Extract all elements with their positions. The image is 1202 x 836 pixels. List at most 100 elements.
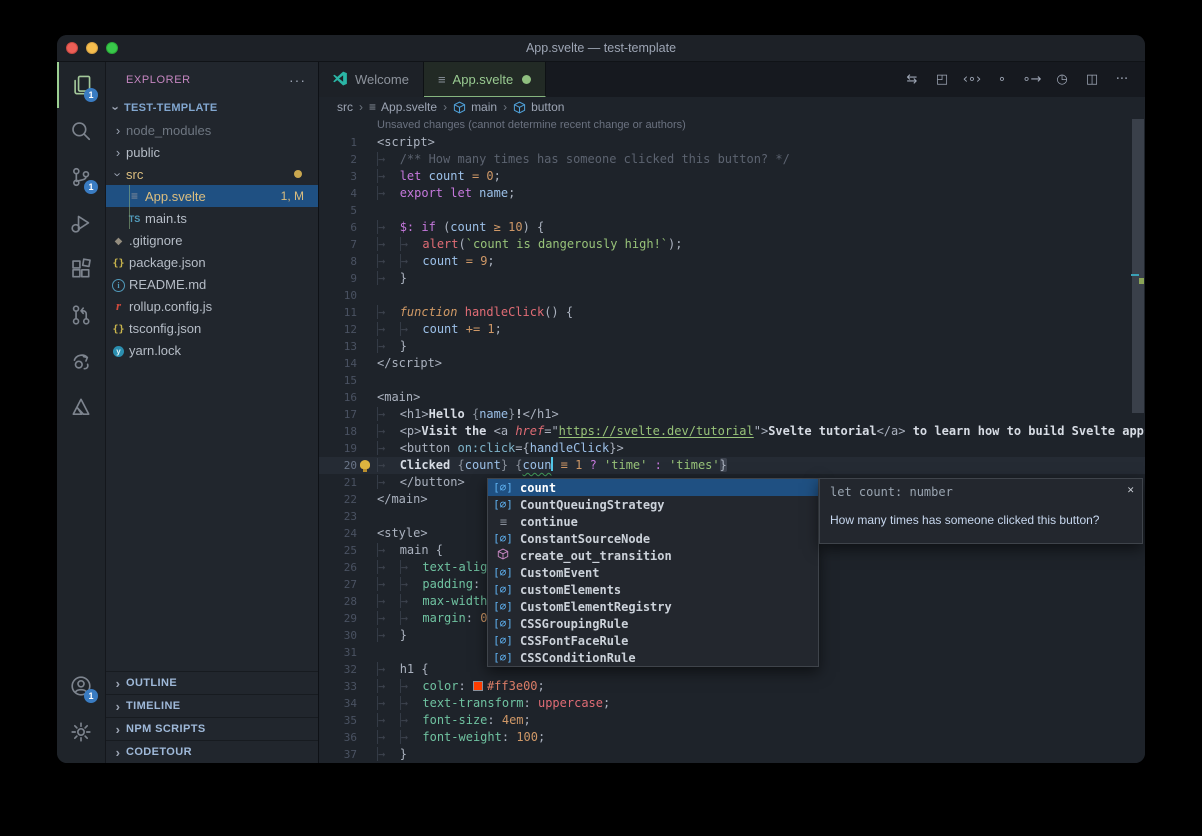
code-line-2[interactable]: 2→ /** How many times has someone clicke… xyxy=(319,151,1145,168)
suggest-item-customelementregistry[interactable]: [∅]CustomElementRegistry xyxy=(488,598,818,615)
activity-bar-item-live-share[interactable] xyxy=(57,338,105,384)
suggest-item-customelements[interactable]: [∅]customElements xyxy=(488,581,818,598)
code-line-3[interactable]: 3→ let count = 0; xyxy=(319,168,1145,185)
workspace-root-row[interactable]: ›TEST-TEMPLATE xyxy=(106,97,318,119)
close-window-button[interactable] xyxy=(66,42,78,54)
breadcrumb-item-app-svelte[interactable]: ≡App.svelte xyxy=(369,100,437,114)
activity-bar-item-accounts[interactable]: 1 xyxy=(57,663,105,709)
code-line-12[interactable]: 12→ → count += 1; xyxy=(319,321,1145,338)
tree-item-label: node_modules xyxy=(126,123,211,138)
tree-item-rollup-config-js[interactable]: rrollup.config.js xyxy=(106,295,318,317)
tab-app-svelte[interactable]: ≡App.svelte xyxy=(424,62,546,97)
close-icon[interactable]: ✕ xyxy=(1127,483,1134,496)
code-line-17[interactable]: 17→ <h1>Hello {name}!</h1> xyxy=(319,406,1145,423)
code-line-36[interactable]: 36→ → font-weight: 100; xyxy=(319,729,1145,746)
code-line-7[interactable]: 7→ → alert(`count is dangerously high!`)… xyxy=(319,236,1145,253)
suggest-item-count[interactable]: [∅]count xyxy=(488,479,818,496)
lightbulb-icon[interactable] xyxy=(360,460,370,469)
activity-bar-item-settings[interactable] xyxy=(57,709,105,755)
code-line-34[interactable]: 34→ → text-transform: uppercase; xyxy=(319,695,1145,712)
nav-back-icon[interactable]: ‹∘› xyxy=(959,72,985,87)
title-bar[interactable]: App.svelte — test-template xyxy=(57,35,1145,62)
sidebar-panel-npm-scripts[interactable]: ›NPM SCRIPTS xyxy=(106,717,318,740)
code-token: → xyxy=(377,441,400,455)
code-line-15[interactable]: 15 xyxy=(319,372,1145,389)
sidebar-panel-outline[interactable]: ›OUTLINE xyxy=(106,671,318,694)
code-token: : xyxy=(487,713,501,727)
code-line-9[interactable]: 9→ } xyxy=(319,270,1145,287)
suggest-item-cssgroupingrule[interactable]: [∅]CSSGroupingRule xyxy=(488,615,818,632)
gutter: 8 xyxy=(319,253,377,270)
next-change-icon[interactable]: ∘→ xyxy=(1019,72,1045,87)
activity-bar-item-run-debug[interactable] xyxy=(57,200,105,246)
activity-bar-item-extensions[interactable] xyxy=(57,246,105,292)
breadcrumb-item-src[interactable]: src xyxy=(337,100,353,114)
sidebar-panel-timeline[interactable]: ›TIMELINE xyxy=(106,694,318,717)
tree-item-node-modules[interactable]: ›node_modules xyxy=(106,119,318,141)
scrollbar-thumb[interactable] xyxy=(1132,119,1144,413)
tree-item--gitignore[interactable]: ◆.gitignore xyxy=(106,229,318,251)
code-line-14[interactable]: 14</script> xyxy=(319,355,1145,372)
tree-item-package-json[interactable]: {}package.json xyxy=(106,251,318,273)
indent-guide xyxy=(129,185,130,207)
tab-welcome[interactable]: Welcome xyxy=(319,62,424,97)
code-line-4[interactable]: 4→ export let name; xyxy=(319,185,1145,202)
git-compare-icon[interactable]: ⇆ xyxy=(899,72,925,87)
code-line-5[interactable]: 5 xyxy=(319,202,1145,219)
search-icon xyxy=(70,120,92,142)
editor-scrollbar[interactable] xyxy=(1131,117,1145,763)
code-editor[interactable]: Unsaved changes (cannot determine recent… xyxy=(319,117,1145,763)
tree-item-main-ts[interactable]: TSmain.ts xyxy=(106,207,318,229)
breadcrumb-item-button[interactable]: button xyxy=(513,100,564,114)
tree-item-yarn-lock[interactable]: yyarn.lock xyxy=(106,339,318,361)
suggest-item-customevent[interactable]: [∅]CustomEvent xyxy=(488,564,818,581)
line-content: → → count += 1; xyxy=(377,321,1145,338)
activity-bar-item-explorer[interactable]: 1 xyxy=(57,62,105,108)
sidebar-more-actions-icon[interactable]: ··· xyxy=(289,72,306,88)
suggest-item-create_out_transition[interactable]: create_out_transition xyxy=(488,547,818,564)
code-line-8[interactable]: 8→ → count = 9; xyxy=(319,253,1145,270)
codetour-timer-icon[interactable]: ◷ xyxy=(1049,72,1075,87)
activity-bar-item-github-pull-requests[interactable] xyxy=(57,292,105,338)
symbol-variable-icon: [∅] xyxy=(492,617,514,630)
previous-change-icon[interactable]: ∘ xyxy=(989,72,1015,87)
tree-item-public[interactable]: ›public xyxy=(106,141,318,163)
activity-bar-item-source-control[interactable]: 1 xyxy=(57,154,105,200)
code-token: → xyxy=(377,152,400,166)
suggest-item-constantsourcenode[interactable]: [∅]ConstantSourceNode xyxy=(488,530,818,547)
suggest-item-cssconditionrule[interactable]: [∅]CSSConditionRule xyxy=(488,649,818,666)
tree-item-src[interactable]: ›src xyxy=(106,163,318,185)
activity-bar-item-search[interactable] xyxy=(57,108,105,154)
line-number: 37 xyxy=(319,746,357,763)
breadcrumb-item-main[interactable]: main xyxy=(453,100,497,114)
minimize-window-button[interactable] xyxy=(86,42,98,54)
tree-item-label: rollup.config.js xyxy=(129,299,212,314)
sidebar-panel-codetour[interactable]: ›CODETOUR xyxy=(106,740,318,763)
suggest-item-cssfontfacerule[interactable]: [∅]CSSFontFaceRule xyxy=(488,632,818,649)
open-changes-icon[interactable]: ◰ xyxy=(929,72,955,87)
code-line-35[interactable]: 35→ → font-size: 4em; xyxy=(319,712,1145,729)
zoom-window-button[interactable] xyxy=(106,42,118,54)
activity-bar-item-azure[interactable] xyxy=(57,384,105,430)
code-line-6[interactable]: 6→ $: if (count ≥ 10) { xyxy=(319,219,1145,236)
code-token: { xyxy=(457,458,464,472)
code-line-20[interactable]: 20→ Clicked {count} {coun ≡ 1 ? 'time' :… xyxy=(319,457,1145,474)
code-line-1[interactable]: 1<script> xyxy=(319,134,1145,151)
tree-item-tsconfig-json[interactable]: {}tsconfig.json xyxy=(106,317,318,339)
suggest-item-continue[interactable]: ≡continue xyxy=(488,513,818,530)
suggest-item-countqueuingstrategy[interactable]: [∅]CountQueuingStrategy xyxy=(488,496,818,513)
code-line-10[interactable]: 10 xyxy=(319,287,1145,304)
more-actions-icon[interactable]: ··· xyxy=(1109,72,1135,87)
code-line-16[interactable]: 16<main> xyxy=(319,389,1145,406)
code-line-37[interactable]: 37→ } xyxy=(319,746,1145,763)
split-editor-icon[interactable]: ◫ xyxy=(1079,72,1105,87)
tree-item-app-svelte[interactable]: ≡App.svelte1, M xyxy=(106,185,318,207)
code-line-11[interactable]: 11→ function handleClick() { xyxy=(319,304,1145,321)
tree-item-readme-md[interactable]: iREADME.md xyxy=(106,273,318,295)
code-line-19[interactable]: 19→ <button on:click={handleClick}> xyxy=(319,440,1145,457)
vscode-logo-icon xyxy=(333,71,348,89)
code-line-18[interactable]: 18→ <p>Visit the <a href="https://svelte… xyxy=(319,423,1145,440)
code-token: <a xyxy=(494,424,516,438)
code-line-33[interactable]: 33→ → color: #ff3e00; xyxy=(319,678,1145,695)
code-line-13[interactable]: 13→ } xyxy=(319,338,1145,355)
